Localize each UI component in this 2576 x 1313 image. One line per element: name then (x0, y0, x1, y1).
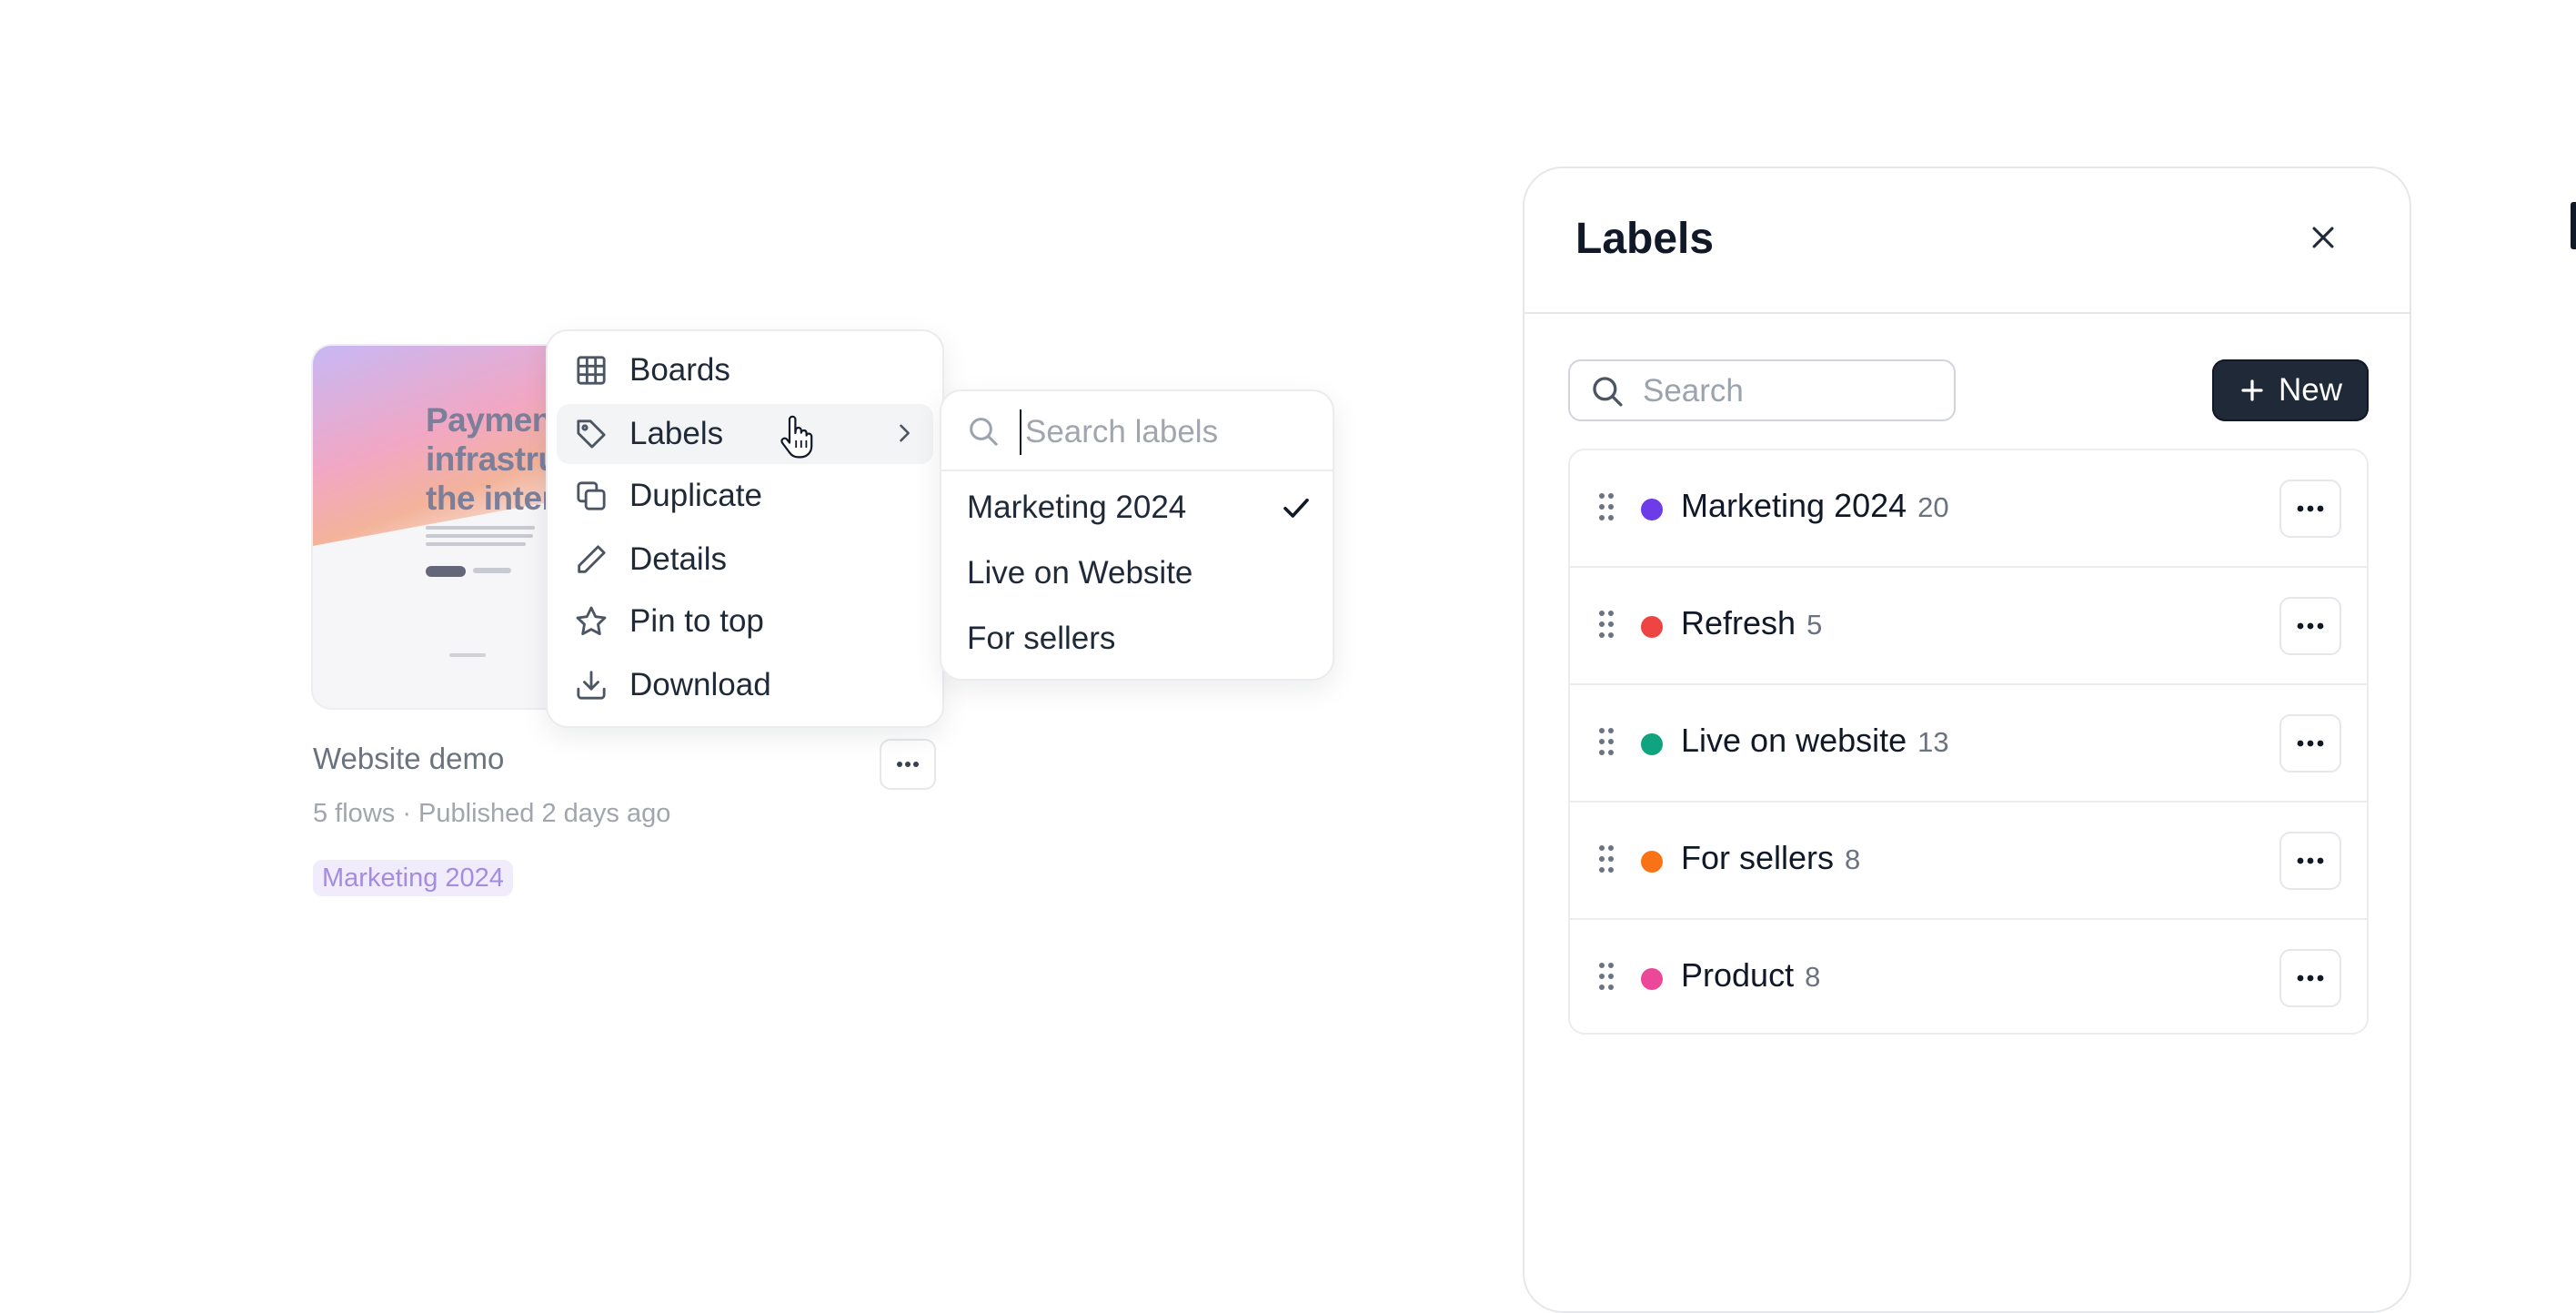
label-color-dot (1641, 499, 1663, 520)
menu-item-boards[interactable]: Boards (557, 340, 933, 400)
more-horizontal-icon (2297, 740, 2324, 747)
menu-item-label: Duplicate (629, 478, 762, 513)
search-icon (970, 418, 998, 446)
label-name: Marketing 2024 (1681, 487, 1907, 524)
thumbnail-button (426, 566, 466, 577)
option-label: Live on Website (967, 555, 1193, 591)
submenu-search (941, 391, 1333, 471)
label-name-wrap: Refresh 5 (1681, 604, 1822, 642)
chevron-right-icon (900, 424, 910, 442)
plus-icon (2241, 379, 2263, 401)
more-horizontal-icon (2297, 505, 2324, 512)
menu-item-duplicate[interactable]: Duplicate (557, 466, 933, 526)
label-row[interactable]: For sellers 8 (1570, 803, 2367, 920)
menu-item-label: Download (629, 667, 771, 702)
label-count: 20 (1917, 491, 1949, 523)
label-color-dot (1641, 616, 1663, 638)
menu-item-label: Boards (629, 352, 730, 388)
label-count: 13 (1917, 726, 1949, 758)
download-icon (577, 671, 606, 700)
menu-item-download[interactable]: Download (557, 655, 933, 715)
label-name: For sellers (1681, 839, 1835, 876)
label-color-dot (1641, 851, 1663, 873)
drag-handle-icon[interactable] (1597, 727, 1615, 756)
context-menu: Boards Labels Duplicate Details Pin to t… (546, 329, 944, 728)
pencil-icon (578, 545, 606, 573)
card-title[interactable]: Website demo (313, 742, 504, 776)
drag-handle-icon[interactable] (1597, 962, 1615, 991)
new-label-button[interactable]: New (2212, 359, 2369, 421)
option-label: Marketing 2024 (967, 490, 1187, 525)
close-button[interactable] (2301, 216, 2345, 259)
label-more-button[interactable] (2279, 480, 2341, 538)
panel-divider (1524, 312, 2410, 314)
search-labels-input[interactable] (1020, 409, 1318, 455)
star-icon (576, 606, 607, 636)
label-more-button[interactable] (2279, 714, 2341, 773)
option-label: For sellers (967, 621, 1116, 656)
grid-icon (577, 356, 606, 385)
search-input[interactable] (1641, 370, 1945, 412)
thumbnail-body-text (426, 526, 535, 550)
menu-item-labels[interactable]: Labels (557, 404, 933, 464)
submenu-label-option[interactable]: Live on Website (967, 548, 1313, 599)
label-list: Marketing 2024 20 Refresh 5 Live on webs… (1568, 449, 2369, 1035)
menu-item-label: Details (629, 541, 727, 577)
tag-icon (577, 419, 606, 449)
submenu-label-option[interactable]: Marketing 2024 (967, 482, 1313, 533)
thumbnail-footer (449, 653, 486, 657)
label-color-dot (1641, 968, 1663, 990)
drag-handle-icon[interactable] (1597, 492, 1615, 521)
label-name-wrap: Product 8 (1681, 956, 1820, 995)
label-name: Refresh (1681, 604, 1796, 641)
drag-handle-icon[interactable] (1597, 844, 1615, 874)
label-count: 5 (1806, 609, 1823, 641)
more-horizontal-icon (2297, 622, 2324, 630)
label-name-wrap: For sellers 8 (1681, 839, 1860, 877)
label-count: 8 (1845, 843, 1861, 875)
search-icon (1593, 377, 1623, 407)
panel-search (1568, 359, 1956, 421)
more-horizontal-icon (2297, 975, 2324, 982)
label-color-dot (1641, 733, 1663, 755)
label-count: 8 (1805, 961, 1821, 993)
new-button-label: New (2278, 372, 2343, 408)
submenu-label-option[interactable]: For sellers (967, 613, 1313, 664)
menu-item-pin-to-top[interactable]: Pin to top (557, 591, 933, 651)
label-name: Live on website (1681, 722, 1907, 759)
label-name: Product (1681, 956, 1795, 994)
label-name-wrap: Marketing 2024 20 (1681, 487, 1949, 525)
check-icon (1283, 498, 1309, 518)
card-label-tag: Marketing 2024 (313, 860, 513, 896)
panel-title: Labels (1575, 215, 1715, 263)
thumbnail-link (473, 568, 511, 573)
card-meta: 5 flows · Published 2 days ago (313, 799, 671, 828)
label-more-button[interactable] (2279, 949, 2341, 1007)
label-more-button[interactable] (2279, 832, 2341, 890)
more-horizontal-icon (897, 762, 919, 767)
copy-icon (577, 481, 606, 510)
close-icon (2312, 227, 2334, 248)
drag-handle-icon[interactable] (1597, 610, 1615, 639)
menu-item-label: Pin to top (629, 603, 764, 639)
label-name-wrap: Live on website 13 (1681, 722, 1949, 760)
menu-item-details[interactable]: Details (557, 530, 933, 590)
label-row[interactable]: Marketing 2024 20 (1570, 450, 2367, 568)
card-more-button[interactable] (880, 739, 936, 790)
label-row[interactable]: Refresh 5 (1570, 568, 2367, 685)
labels-panel: Labels New Marketing 2024 20 (1523, 167, 2411, 1313)
offscreen-element-edge (2571, 202, 2576, 249)
label-row[interactable]: Live on website 13 (1570, 685, 2367, 803)
labels-submenu: Marketing 2024 Live on Website For selle… (940, 389, 1334, 681)
more-horizontal-icon (2297, 857, 2324, 864)
label-more-button[interactable] (2279, 597, 2341, 655)
menu-item-label: Labels (629, 416, 724, 451)
pointer-hand-cursor (780, 415, 813, 459)
label-row[interactable]: Product 8 (1570, 920, 2367, 1033)
